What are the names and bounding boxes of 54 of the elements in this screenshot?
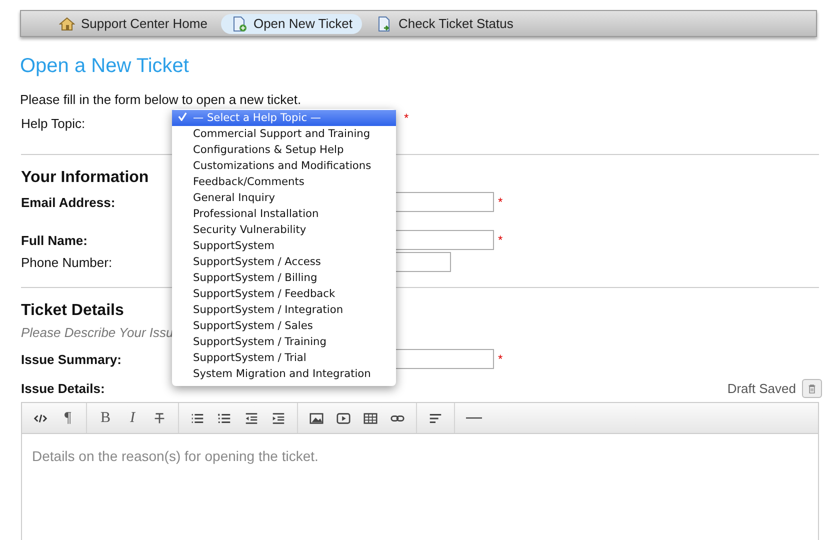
field-label: Phone Number: (21, 254, 112, 270)
document-arrow-icon (376, 16, 392, 32)
video-icon (336, 410, 351, 426)
dropdown-option[interactable]: SupportSystem / Billing (172, 270, 396, 286)
dropdown-option[interactable]: SupportSystem / Access (172, 254, 396, 270)
dropdown-option[interactable]: Security Vulnerability (172, 222, 396, 238)
trash-icon (808, 384, 816, 394)
dropdown-option[interactable]: Commercial Support and Training (172, 126, 396, 142)
document-plus-icon (231, 16, 248, 32)
checkmark-icon (178, 112, 187, 121)
dropdown-option[interactable]: SupportSystem / Training (172, 334, 396, 350)
dropdown-option[interactable]: Configurations & Setup Help (172, 142, 396, 158)
strikethrough-icon (152, 410, 167, 426)
outdent-icon (244, 410, 259, 426)
dropdown-option[interactable]: System Migration and Integration (172, 366, 396, 382)
help-topic-dropdown[interactable] (172, 109, 396, 386)
field-label: Full Name: (21, 232, 88, 248)
required-asterisk: * (498, 195, 503, 209)
required-asterisk: * (498, 233, 503, 247)
delete-draft-button[interactable] (802, 379, 822, 398)
dropdown-option[interactable]: SupportSystem (172, 238, 396, 254)
draft-status: Draft Saved (727, 381, 796, 396)
dropdown-option[interactable]: SupportSystem / Feedback (172, 286, 396, 302)
section-heading: Your Information (21, 169, 149, 187)
nav-tab[interactable]: Check Ticket Status (366, 14, 524, 34)
page-title: Open a New Ticket (20, 55, 190, 78)
dropdown-option[interactable]: Feedback/Comments (172, 174, 396, 190)
field-label: Issue Details: (21, 381, 106, 396)
toolbar-button[interactable]: I (120, 406, 145, 430)
nav-tab[interactable]: Open New Ticket (221, 14, 362, 34)
table-icon (363, 410, 378, 426)
home-icon (59, 16, 75, 32)
editor-placeholder: Details on the reason(s) for opening the ticket. (32, 448, 318, 464)
image-icon (309, 410, 324, 426)
nav-tab[interactable]: Support Center Home (49, 14, 218, 34)
dropdown-option[interactable]: Customizations and Modifications (172, 158, 396, 174)
dropdown-option[interactable]: General Inquiry (172, 190, 396, 206)
toolbar-button[interactable]: B (93, 406, 118, 430)
dropdown-option[interactable]: SupportSystem / Trial (172, 350, 396, 366)
dropdown-option[interactable]: SupportSystem / Sales (172, 318, 396, 334)
field-label: Email Address: (21, 194, 116, 210)
required-asterisk: * (498, 352, 503, 366)
section-heading: Ticket Details (21, 302, 124, 320)
dropdown-option[interactable]: SupportSystem / Integration (172, 302, 396, 318)
intro-text: Please fill in the form below to open a new ticket. (20, 92, 302, 107)
toolbar-button[interactable]: ¶ (55, 406, 80, 430)
horizontal-rule-icon (466, 417, 482, 419)
required-asterisk: * (404, 111, 409, 125)
help-topic-label: Help Topic: (21, 116, 86, 131)
indent-icon (271, 410, 286, 426)
field-label: Issue Summary: (21, 352, 122, 366)
section-subheading: Please Describe Your Issu (21, 325, 174, 340)
dropdown-option[interactable]: — Select a Help Topic — (172, 110, 396, 126)
dropdown-option[interactable]: Professional Installation (172, 206, 396, 222)
